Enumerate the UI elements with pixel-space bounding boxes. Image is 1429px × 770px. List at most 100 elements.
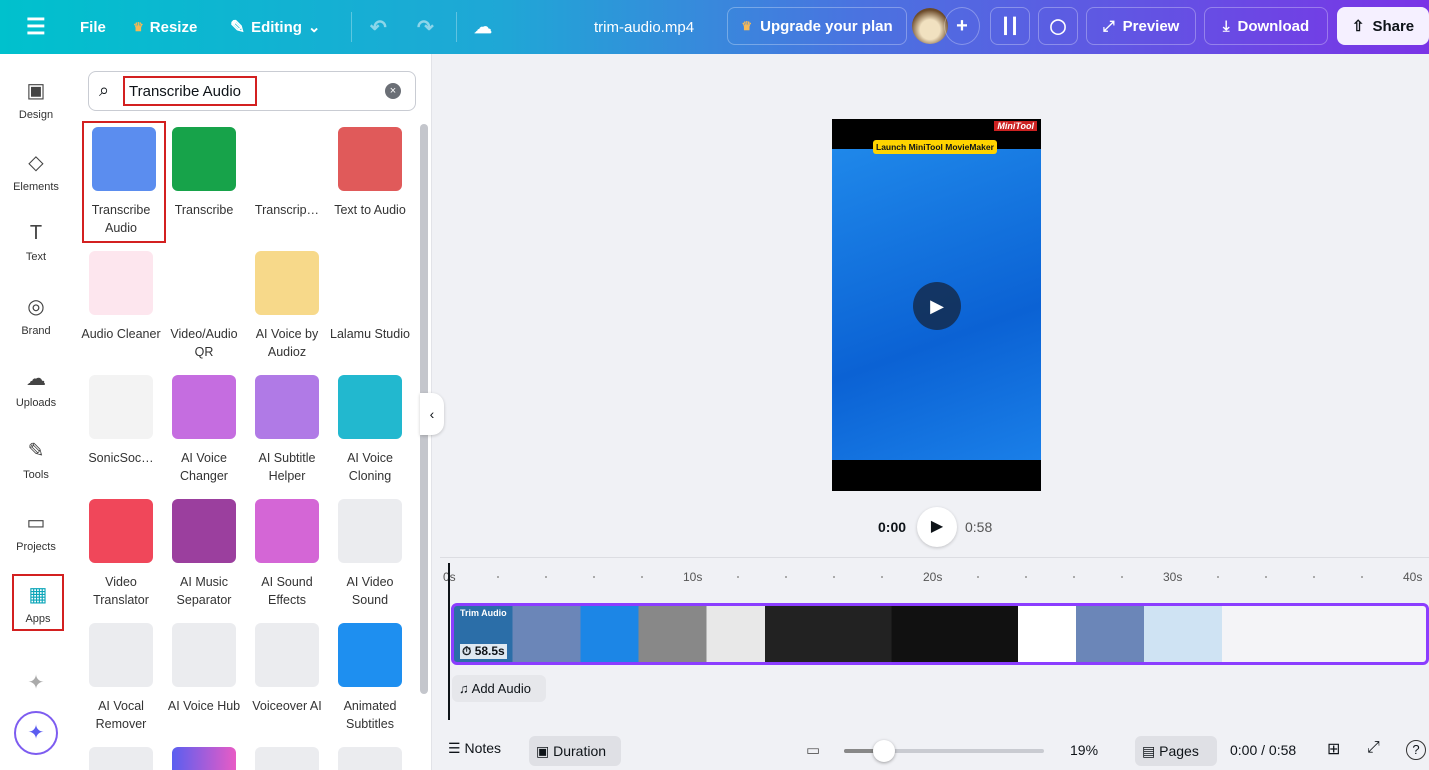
app-tile[interactable]: Transcrip… <box>254 127 320 219</box>
app-tile[interactable]: Video Translator <box>88 499 154 609</box>
file-name[interactable]: trim-audio.mp4 <box>594 0 694 54</box>
crown-icon: ♛ <box>741 19 753 33</box>
app-tile[interactable]: Video/Audio QR <box>170 251 238 361</box>
app-tile[interactable] <box>337 747 403 770</box>
redo-icon[interactable]: ↷ <box>417 0 434 54</box>
app-icon <box>255 127 319 191</box>
app-icon <box>338 747 402 770</box>
cloud-save-icon[interactable]: ☁ <box>474 0 492 54</box>
app-tile[interactable]: SonicSoc… <box>88 375 154 467</box>
resize-button[interactable]: ♛ Resize <box>133 0 197 54</box>
app-tile[interactable]: AI Sound Effects <box>254 499 320 609</box>
grid-view-icon[interactable]: ⊞ <box>1327 739 1340 759</box>
app-icon <box>172 375 236 439</box>
pencil-icon: ✎ <box>230 16 246 37</box>
app-tile[interactable]: Text to Audio <box>334 127 406 219</box>
ruler-dot <box>1265 576 1267 578</box>
file-menu[interactable]: File <box>80 0 106 54</box>
rail-item-tools[interactable]: ✎ Tools <box>0 438 72 481</box>
ruler-dot <box>833 576 835 578</box>
rail-item-uploads[interactable]: ☁ Uploads <box>0 366 72 409</box>
app-tile[interactable] <box>254 747 320 770</box>
app-icon <box>172 623 236 687</box>
ruler-dot <box>1073 576 1075 578</box>
app-tile[interactable]: Transcribe Audio <box>82 121 166 243</box>
magic-media-icon[interactable]: ✦ <box>0 670 72 701</box>
notes-icon: ☰ <box>448 740 461 756</box>
app-tile[interactable]: Transcribe <box>171 127 237 219</box>
ruler-tick-label: 40s <box>1403 570 1423 584</box>
ruler-dot <box>641 576 643 578</box>
crown-icon: ♛ <box>133 20 144 34</box>
app-tile[interactable] <box>88 747 154 770</box>
app-icon <box>172 251 236 315</box>
thumbnail-view-icon[interactable]: ▭ <box>806 741 820 759</box>
help-icon[interactable]: ? <box>1406 740 1426 760</box>
upgrade-button[interactable]: ♛ Upgrade your plan <box>727 7 907 45</box>
app-tile[interactable]: AI Voice Changer <box>171 375 237 485</box>
comment-icon[interactable]: ◯ <box>1038 7 1078 45</box>
app-icon <box>172 499 236 563</box>
rail-item-projects[interactable]: ▭ Projects <box>0 510 72 553</box>
ai-assistant-button[interactable]: ✦ <box>14 711 58 755</box>
undo-icon[interactable]: ↶ <box>370 0 387 54</box>
ruler-tick-label: 20s <box>923 570 943 584</box>
rail-item-text[interactable]: T Text <box>0 222 72 263</box>
app-tile[interactable]: AI Subtitle Helper <box>254 375 320 485</box>
app-tile[interactable]: AI Voice Cloning <box>337 375 403 485</box>
ruler-dot <box>977 576 979 578</box>
download-icon: ⤓ <box>1222 17 1230 35</box>
duration-button[interactable]: ▣ Duration <box>529 736 621 766</box>
rail-item-elements[interactable]: ◇ Elements <box>0 150 72 193</box>
play-icon[interactable]: ▶ <box>913 282 961 330</box>
app-icon <box>255 375 319 439</box>
playhead[interactable] <box>448 563 450 720</box>
app-icon <box>338 375 402 439</box>
app-tile[interactable]: AI Video Sound <box>337 499 403 609</box>
rail-item-design[interactable]: ▣ Design <box>0 78 72 121</box>
app-icon <box>255 623 319 687</box>
editing-dropdown[interactable]: ✎ Editing ⌄ <box>230 0 321 54</box>
ruler-dot <box>497 576 499 578</box>
app-icon <box>338 251 402 315</box>
app-tile[interactable]: Audio Cleaner <box>81 251 161 343</box>
app-tile[interactable]: AI Music Separator <box>171 499 237 609</box>
fullscreen-icon[interactable]: ⤢ <box>1367 739 1380 757</box>
download-button[interactable]: ⤓ Download <box>1204 7 1328 45</box>
pages-button[interactable]: ▤ Pages <box>1135 736 1217 766</box>
app-tile[interactable]: Animated Subtitles <box>337 623 403 733</box>
collapse-panel-button[interactable]: ‹ <box>420 393 444 435</box>
share-button[interactable]: ⇧ Share <box>1337 7 1429 45</box>
ruler-dot <box>1121 576 1123 578</box>
search-input[interactable]: ⌕ Transcribe Audio × <box>88 71 416 111</box>
preview-button[interactable]: ⤢ Preview <box>1086 7 1196 45</box>
ruler-dot <box>1361 576 1363 578</box>
app-tile[interactable]: AI Voice Hub <box>168 623 240 715</box>
ruler-dot <box>593 576 595 578</box>
add-audio-button[interactable]: ♫ Add Audio <box>452 675 546 702</box>
menu-icon[interactable]: ☰ <box>26 0 46 54</box>
clear-icon[interactable]: × <box>385 83 401 99</box>
analytics-icon[interactable]: ┃┃ <box>990 7 1030 45</box>
ruler-dot <box>785 576 787 578</box>
video-clip[interactable]: Trim Audio ⏱ 58.5s <box>451 603 1429 665</box>
notes-button[interactable]: ☰ Notes <box>448 740 501 757</box>
add-collaborator-button[interactable]: + <box>944 7 980 45</box>
play-button[interactable]: ▶ <box>917 507 957 547</box>
rail-item-apps[interactable]: ▦ Apps <box>12 574 64 631</box>
app-tile[interactable]: AI Vocal Remover <box>88 623 154 733</box>
video-preview[interactable]: MiniTool Launch MiniTool MovieMaker ▶ <box>832 119 1041 491</box>
expand-icon: ⤢ <box>1102 17 1115 35</box>
elements-icon: ◇ <box>28 152 44 174</box>
text-icon: T <box>29 222 43 244</box>
app-tile[interactable]: Lalamu Studio <box>330 251 410 343</box>
rail-item-brand[interactable]: ◎ Brand <box>0 294 72 337</box>
app-tile[interactable]: Voiceover AI <box>252 623 322 715</box>
app-tile[interactable]: AI Voice by Audioz <box>254 251 320 361</box>
avatar[interactable] <box>912 8 948 44</box>
app-tile[interactable] <box>171 747 237 770</box>
app-icon <box>89 251 153 315</box>
design-icon: ▣ <box>26 80 46 102</box>
chevron-down-icon: ⌄ <box>307 19 321 36</box>
zoom-slider[interactable] <box>844 740 1044 762</box>
